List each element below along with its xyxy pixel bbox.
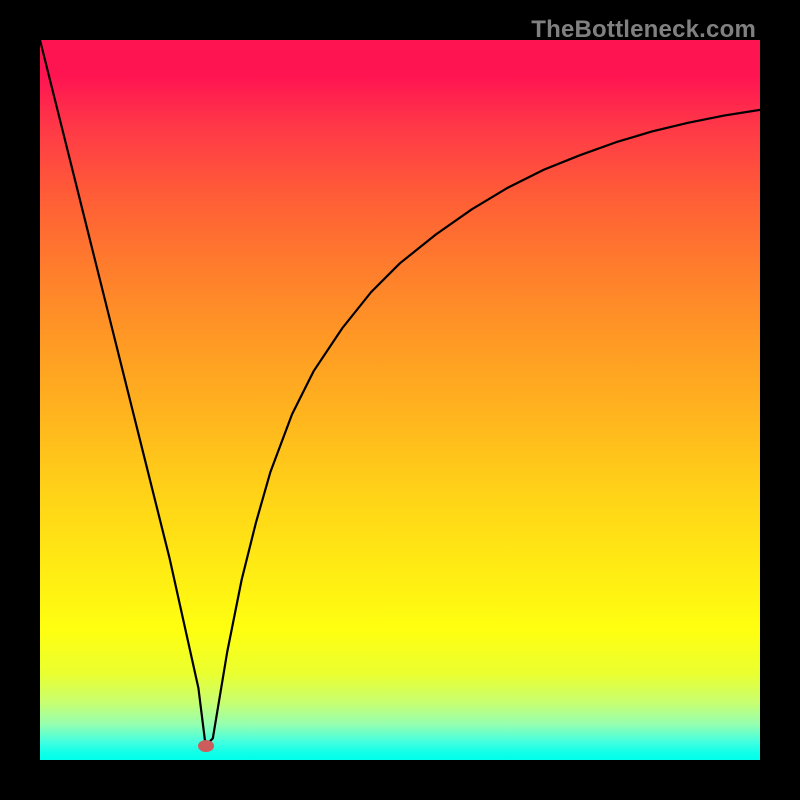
chart-container: TheBottleneck.com [0,0,800,800]
plot-area [40,40,760,760]
bottleneck-curve [40,40,760,746]
curve-svg [40,40,760,760]
optimum-marker [198,740,214,752]
